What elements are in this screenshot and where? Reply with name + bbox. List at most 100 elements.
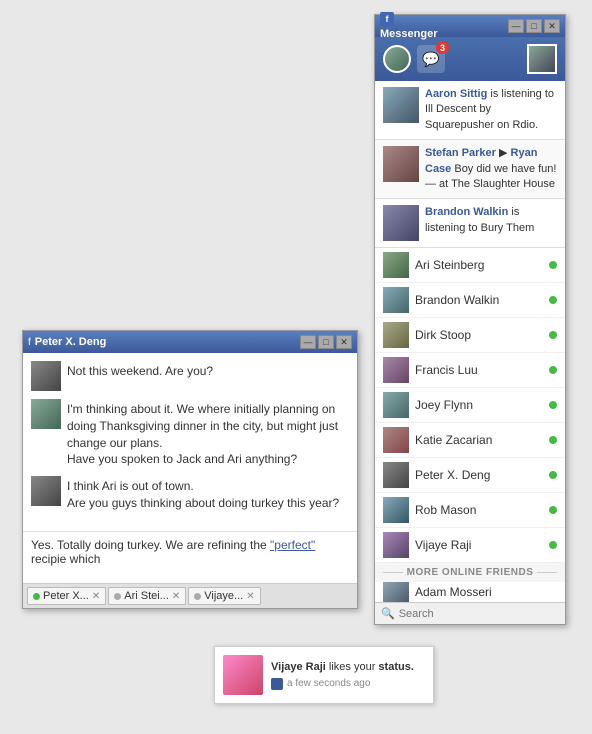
chat-message-2: I'm thinking about it. We where initiall… [31,399,349,468]
chat-title-name: Peter X. Deng [35,336,107,348]
stefan-news-text: Stefan Parker ▶ Ryan Case Boy did we hav… [425,146,557,192]
friends-list: Ari Steinberg Brandon Walkin Dirk Stoop … [375,248,565,602]
friend-item-ari[interactable]: Ari Steinberg [375,248,565,283]
friend-item-joey[interactable]: Joey Flynn [375,388,565,423]
stefan-name: Stefan Parker [425,147,496,159]
ari-avatar [383,252,409,278]
aaron-news-text: Aaron Sittig is listening to Ill Descent… [425,87,557,133]
peter-avatar [383,462,409,488]
friend-item-adam[interactable]: Adam Mosseri [375,582,565,602]
messenger-news-feed: Aaron Sittig is listening to Ill Descent… [375,81,565,248]
messenger-header-people-icon[interactable] [383,45,411,73]
more-friends-label: MORE ONLINE FRIENDS [407,567,534,578]
messenger-close-button[interactable]: ✕ [544,19,560,33]
dirk-online-status [549,331,557,339]
ari-name: Ari Steinberg [415,258,543,272]
notification-content: Vijaye Raji likes your status. a few sec… [271,660,414,689]
chat-logo-icon: f [28,337,31,348]
ari-tab-close[interactable]: ✕ [172,591,180,602]
more-friends-divider: MORE ONLINE FRIENDS [375,563,565,582]
messenger-panel: f Messenger — □ ✕ 💬 3 Aaron Sittig is li… [374,14,566,625]
notification-fb-icon [271,678,283,690]
messenger-title: Messenger [380,28,437,40]
notification-sub: a few seconds ago [271,678,414,690]
aaron-name: Aaron Sittig [425,88,487,100]
stefan-avatar [383,146,419,182]
friend-item-peter[interactable]: Peter X. Deng [375,458,565,493]
news-item-brandon[interactable]: Brandon Walkin is listening to Bury Them [375,199,565,248]
brandon-news-text: Brandon Walkin is listening to Bury Them [425,205,557,241]
francis-online-status [549,366,557,374]
ari-online-status [549,261,557,269]
chat-msg-3-avatar [31,476,61,506]
dirk-name: Dirk Stoop [415,328,543,342]
chat-tabs: Peter X... ✕ Ari Stei... ✕ Vijaye... ✕ [23,583,357,608]
brandon-news-name: Brandon Walkin [425,206,508,218]
messenger-header-chat-icon[interactable]: 💬 3 [417,45,445,73]
chat-window: f Peter X. Deng — □ ✕ Not this weekend. … [22,330,358,609]
messenger-minimize-button[interactable]: — [508,19,524,33]
peter-tab-close[interactable]: ✕ [92,591,100,602]
chat-msg-2-avatar [31,399,61,429]
aaron-avatar [383,87,419,123]
chat-title-left: f Peter X. Deng [28,336,106,348]
divider-line-right [537,572,557,573]
chat-tab-ari[interactable]: Ari Stei... ✕ [108,587,186,605]
friend-item-katie[interactable]: Katie Zacarian [375,423,565,458]
joey-name: Joey Flynn [415,398,543,412]
chat-input-text-after: recipie which [31,552,100,566]
ari-tab-name: Ari Stei... [124,590,169,602]
katie-online-status [549,436,557,444]
notification-avatar [223,655,263,695]
vijaye-tab-status-dot [194,593,201,600]
chat-input-text-before: Yes. Totally doing turkey. We are refini… [31,538,270,552]
francis-avatar [383,357,409,383]
chat-message-1: Not this weekend. Are you? [31,361,349,391]
chat-msg-3-text: I think Ari is out of town.Are you guys … [67,476,339,512]
brandon-walkin-online-status [549,296,557,304]
chat-minimize-button[interactable]: — [300,335,316,349]
notification-bar: Vijaye Raji likes your status. a few sec… [214,646,434,704]
peter-online-status [549,471,557,479]
search-input[interactable] [399,608,559,620]
chat-titlebar: f Peter X. Deng — □ ✕ [23,331,357,353]
messenger-search-bar[interactable]: 🔍 [375,602,565,624]
friend-item-brandon-walkin[interactable]: Brandon Walkin [375,283,565,318]
messenger-logo-icon: f [380,12,394,26]
peter-tab-online-dot [33,593,40,600]
chat-messages: Not this weekend. Are you? I'm thinking … [23,353,357,531]
vijaye-online-status [549,541,557,549]
messenger-restore-button[interactable]: □ [526,19,542,33]
friend-item-rob[interactable]: Rob Mason [375,493,565,528]
brandon-walkin-name: Brandon Walkin [415,293,543,307]
chat-tab-peter[interactable]: Peter X... ✕ [27,587,106,605]
vijaye-tab-close[interactable]: ✕ [246,591,254,602]
ari-tab-status-dot [114,593,121,600]
chat-input-area[interactable]: Yes. Totally doing turkey. We are refini… [23,531,357,583]
chat-msg-1-avatar [31,361,61,391]
notification-target: status. [378,661,413,673]
vijaye-tab-name: Vijaye... [204,590,243,602]
divider-line-left [383,572,403,573]
notification-user: Vijaye Raji [271,661,326,673]
messenger-window-controls: — □ ✕ [508,19,560,33]
news-item-stefan[interactable]: Stefan Parker ▶ Ryan Case Boy did we hav… [375,140,565,199]
stefan-arrow: ▶ [496,147,511,159]
friend-item-vijaye[interactable]: Vijaye Raji [375,528,565,563]
joey-avatar [383,392,409,418]
chat-tab-vijaye[interactable]: Vijaye... ✕ [188,587,260,605]
chat-close-button[interactable]: ✕ [336,335,352,349]
friend-item-francis[interactable]: Francis Luu [375,353,565,388]
peter-tab-name: Peter X... [43,590,89,602]
katie-avatar [383,427,409,453]
dirk-avatar [383,322,409,348]
adam-name: Adam Mosseri [415,585,557,599]
notification-action: likes your [326,661,379,673]
rob-name: Rob Mason [415,503,543,517]
adam-avatar [383,582,409,602]
chat-restore-button[interactable]: □ [318,335,334,349]
messenger-title-left: f Messenger [380,12,437,40]
friend-item-dirk[interactable]: Dirk Stoop [375,318,565,353]
news-item-aaron[interactable]: Aaron Sittig is listening to Ill Descent… [375,81,565,140]
vijaye-name: Vijaye Raji [415,538,543,552]
